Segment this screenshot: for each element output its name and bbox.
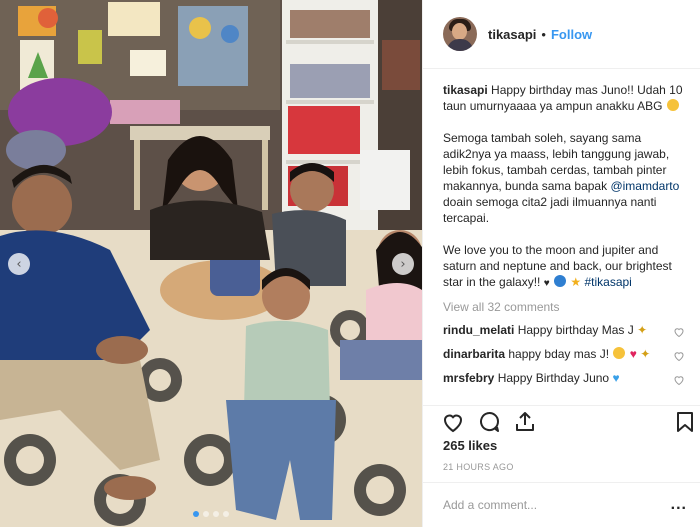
comment-username[interactable]: mrsfebry xyxy=(443,371,494,385)
header-separator: • xyxy=(541,26,546,42)
comment-text: Happy birthday Mas J xyxy=(517,323,634,337)
comment-text: happy bday mas J! xyxy=(508,347,610,361)
caption-line2-post: doain semoga cita2 jadi ilmuannya nanti … xyxy=(443,195,657,225)
globe-icon xyxy=(554,275,567,287)
share-icon[interactable] xyxy=(513,410,537,434)
caption-mention[interactable]: @imamdarto xyxy=(610,179,679,193)
wink-face-icon xyxy=(613,347,626,359)
caption-hashtag[interactable]: #tikasapi xyxy=(584,275,631,289)
carousel-dot xyxy=(213,511,219,517)
chevron-right-icon: › xyxy=(400,256,406,272)
comment-item: mrsfebry Happy Birthday Juno ♥ xyxy=(443,370,685,386)
red-heart-icon: ♥ xyxy=(629,347,637,361)
comment-username[interactable]: rindu_melati xyxy=(443,323,514,337)
party-popper-icon: ✦ xyxy=(637,323,648,337)
grinning-face-icon xyxy=(666,99,679,111)
photo-image xyxy=(0,0,422,527)
post-sidebar: tikasapi • Follow tikasapi Happy birthda… xyxy=(422,0,700,527)
add-comment-bar: Add a comment... ... xyxy=(423,482,700,527)
carousel-dots xyxy=(0,511,422,517)
follow-button[interactable]: Follow xyxy=(551,27,592,42)
carousel-dot xyxy=(223,511,229,517)
post-photo[interactable]: ‹ › xyxy=(0,0,422,527)
prev-slide-button[interactable]: ‹ xyxy=(8,253,30,275)
add-comment-input[interactable]: Add a comment... xyxy=(443,498,671,512)
post-timestamp: 21 HOURS AGO xyxy=(443,462,514,472)
heart-emoji-icon: ♥ xyxy=(543,278,550,289)
comment-like-icon[interactable] xyxy=(673,326,685,338)
post-header: tikasapi • Follow xyxy=(423,0,700,69)
blue-heart-icon: ♥ xyxy=(612,371,620,385)
chevron-left-icon: ‹ xyxy=(16,256,22,272)
caption-username[interactable]: tikasapi xyxy=(443,83,488,97)
avatar[interactable] xyxy=(443,17,477,51)
star-icon: ★ xyxy=(570,275,582,289)
view-all-comments-link[interactable]: View all 32 comments xyxy=(443,300,685,314)
likes-count[interactable]: 265 likes xyxy=(443,438,497,453)
heart-icon[interactable] xyxy=(441,410,465,434)
bookmark-icon[interactable] xyxy=(673,410,697,434)
comment-item: dinarbarita happy bday mas J! ♥ ✦ xyxy=(443,346,685,362)
carousel-dot xyxy=(193,511,199,517)
comment-text: Happy Birthday Juno xyxy=(497,371,610,385)
comment-icon[interactable] xyxy=(477,410,501,434)
comment-item: rindu_melati Happy birthday Mas J ✦ xyxy=(443,322,685,338)
comment-like-icon[interactable] xyxy=(673,374,685,386)
post-caption: tikasapi Happy birthday mas Juno!! Udah … xyxy=(443,82,685,292)
more-options-icon[interactable]: ... xyxy=(671,496,687,514)
next-slide-button[interactable]: › xyxy=(392,253,414,275)
carousel-dot xyxy=(203,511,209,517)
header-username[interactable]: tikasapi xyxy=(488,27,536,42)
comment-username[interactable]: dinarbarita xyxy=(443,347,505,361)
party-popper-icon: ✦ xyxy=(640,347,651,361)
comment-like-icon[interactable] xyxy=(673,350,685,362)
comments-section[interactable]: tikasapi Happy birthday mas Juno!! Udah … xyxy=(423,70,700,405)
